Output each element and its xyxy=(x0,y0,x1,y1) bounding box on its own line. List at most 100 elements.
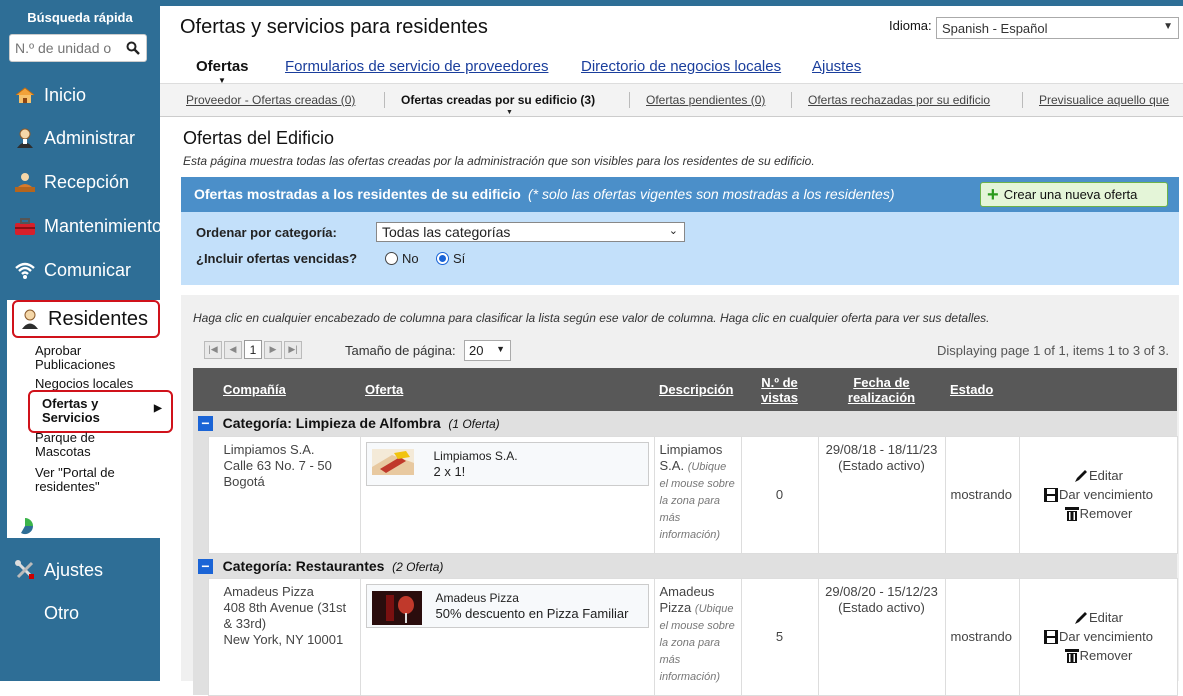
category-count: (1 Oferta) xyxy=(448,417,500,432)
nav-comunicar-label: Comunicar xyxy=(44,259,132,280)
nav-mantenimiento-label: Mantenimiento xyxy=(44,215,163,236)
chevron-down-icon: ▼ xyxy=(1163,21,1173,32)
collapse-icon[interactable]: − xyxy=(198,558,213,574)
offer-cell[interactable]: Amadeus Pizza 50% descuento en Pizza Fam… xyxy=(359,577,655,696)
offer-name: Limpiamos S.A. xyxy=(433,448,518,463)
expire-action[interactable]: Dar vencimiento xyxy=(1025,485,1172,504)
date-range: 29/08/18 - 18/11/23 xyxy=(825,441,938,457)
search-icon[interactable] xyxy=(122,41,144,55)
date-cell: 29/08/20 - 15/12/23 (Estado activo) xyxy=(817,577,946,696)
language-value: Spanish - Español xyxy=(942,21,1048,36)
quick-search-input[interactable] xyxy=(10,40,122,56)
wifi-icon xyxy=(12,259,38,281)
create-offer-button[interactable]: + Crear una nueva oferta xyxy=(980,182,1168,207)
table-row[interactable]: Limpiamos S.A. Calle 63 No. 7 - 50 Bogot… xyxy=(193,435,1178,554)
nav-recepcion-label: Recepción xyxy=(44,171,130,192)
active-subtab-caret-icon: ▼ xyxy=(506,109,513,116)
tab-formularios[interactable]: Formularios de servicio de proveedores xyxy=(285,58,548,75)
nav-reportes[interactable]: Reportes xyxy=(12,515,117,537)
prev-page-icon[interactable]: ◀ xyxy=(224,340,242,359)
views-cell: 0 xyxy=(740,435,819,554)
nav-otro[interactable]: Otro xyxy=(44,603,79,624)
subtab-rechazadas[interactable]: Ofertas rechazadas por su edificio xyxy=(808,93,990,107)
nav-residentes[interactable]: Residentes xyxy=(12,300,160,338)
top-accent-bar xyxy=(160,0,1183,6)
col-vistas[interactable]: N.º de vistas xyxy=(741,368,818,411)
subnav-negocios[interactable]: Negocios locales xyxy=(35,377,133,391)
col-acciones xyxy=(1019,368,1177,411)
subtab-edificio[interactable]: Ofertas creadas por su edificio (3) xyxy=(401,93,595,107)
date-range: 29/08/20 - 15/12/23 xyxy=(825,583,938,599)
radio-no-button[interactable] xyxy=(385,252,398,265)
subnav-parque[interactable]: Parque de Mascotas xyxy=(35,431,125,459)
remove-action[interactable]: Remover xyxy=(1025,504,1172,523)
company-city: New York, NY 10001 xyxy=(223,631,344,647)
company-name: Limpiamos S.A. xyxy=(223,441,315,457)
language-select[interactable]: Spanish - Español ▼ xyxy=(936,17,1179,39)
page-title: Ofertas y servicios para residentes xyxy=(180,16,488,38)
nav-recepcion[interactable]: Recepción xyxy=(12,171,129,193)
actions-cell: Editar Dar vencimiento Remover xyxy=(1018,577,1178,696)
nav-administrar[interactable]: Administrar xyxy=(12,127,135,149)
plus-icon: + xyxy=(987,183,999,206)
next-page-icon[interactable]: ▶ xyxy=(264,340,282,359)
offer-card[interactable]: Amadeus Pizza 50% descuento en Pizza Fam… xyxy=(365,583,649,628)
nav-mantenimiento[interactable]: Mantenimiento xyxy=(12,215,162,237)
subnav-ofertas[interactable]: Ofertas y Servicios ▶ xyxy=(28,390,173,433)
page-size-label: Tamaño de página: xyxy=(345,343,456,358)
nav-inicio[interactable]: Inicio xyxy=(12,84,86,106)
edit-action[interactable]: Editar xyxy=(1025,466,1172,485)
category-select[interactable]: Todas las categorías ⌄ xyxy=(376,222,685,242)
create-offer-label: Crear una nueva oferta xyxy=(1003,187,1138,202)
table-row[interactable]: Amadeus Pizza 408 8th Avenue (31st & 33r… xyxy=(193,577,1178,696)
last-page-icon[interactable]: ▶| xyxy=(284,340,302,359)
category-cell: − Categoría: Restaurantes (2 Oferta) xyxy=(193,553,1177,578)
subtab-pendientes[interactable]: Ofertas pendientes (0) xyxy=(646,93,765,107)
tab-ofertas[interactable]: Ofertas xyxy=(196,58,249,75)
expire-action[interactable]: Dar vencimiento xyxy=(1025,627,1172,646)
subtab-divider xyxy=(1022,92,1023,108)
description-cell[interactable]: Amadeus Pizza (Ubique el mouse sobre la … xyxy=(653,577,742,696)
nav-ajustes-label: Ajustes xyxy=(44,559,104,580)
nav-comunicar[interactable]: Comunicar xyxy=(12,259,131,281)
page-size-select[interactable]: 20 ▼ xyxy=(464,340,511,361)
description-cell[interactable]: Limpiamos S.A. (Ubique el mouse sobre la… xyxy=(653,435,742,554)
tab-directorio[interactable]: Directorio de negocios locales xyxy=(581,58,781,75)
collapse-icon[interactable]: − xyxy=(198,416,213,432)
date-status: (Estado activo) xyxy=(838,599,925,615)
subtab-proveedor[interactable]: Proveedor - Ofertas creadas (0) xyxy=(186,93,355,107)
subtab-previsualice[interactable]: Previsualice aquello que xyxy=(1039,93,1169,107)
radio-si[interactable]: Sí xyxy=(436,251,465,266)
col-oferta[interactable]: Oferta xyxy=(360,368,654,411)
edit-action[interactable]: Editar xyxy=(1025,608,1172,627)
offer-text: 2 x 1! xyxy=(433,463,466,479)
col-fecha[interactable]: Fecha de realización xyxy=(818,368,945,411)
expire-label: Dar vencimiento xyxy=(1059,629,1153,644)
category-row: − Categoría: Limpieza de Alfombra (1 Ofe… xyxy=(193,411,1177,436)
page-number-input[interactable]: 1 xyxy=(244,340,262,359)
edit-label: Editar xyxy=(1089,610,1123,625)
remove-action[interactable]: Remover xyxy=(1025,646,1172,665)
company-cell: Limpiamos S.A. Calle 63 No. 7 - 50 Bogot… xyxy=(207,435,361,554)
nav-ajustes[interactable]: Ajustes xyxy=(12,559,103,581)
offers-table: Compañía Oferta Descripción N.º de vista… xyxy=(193,368,1178,696)
first-page-icon[interactable]: |◀ xyxy=(204,340,222,359)
actions-cell: Editar Dar vencimiento Remover xyxy=(1018,435,1178,554)
subnav-aprobar[interactable]: Aprobar Publicaciones xyxy=(35,344,145,372)
col-descripcion[interactable]: Descripción xyxy=(654,368,741,411)
section-description: Esta página muestra todas las ofertas cr… xyxy=(183,154,815,168)
pager: |◀ ◀ 1 ▶ ▶| xyxy=(204,340,304,359)
radio-si-button[interactable] xyxy=(436,252,449,265)
col-estado[interactable]: Estado xyxy=(945,368,1019,411)
row-gutter xyxy=(193,436,208,553)
save-icon xyxy=(1044,487,1059,502)
radio-no[interactable]: No xyxy=(385,251,419,266)
tab-ajustes[interactable]: Ajustes xyxy=(812,58,861,75)
tools-icon xyxy=(12,559,38,581)
offer-card[interactable]: Limpiamos S.A. 2 x 1! xyxy=(365,441,649,486)
subtab-divider xyxy=(791,92,792,108)
col-compania[interactable]: Compañía xyxy=(208,368,360,411)
offer-cell[interactable]: Limpiamos S.A. 2 x 1! xyxy=(359,435,655,554)
subnav-portal[interactable]: Ver "Portal de residentes" xyxy=(35,466,135,494)
include-expired-label: ¿Incluir ofertas vencidas? xyxy=(196,251,358,266)
